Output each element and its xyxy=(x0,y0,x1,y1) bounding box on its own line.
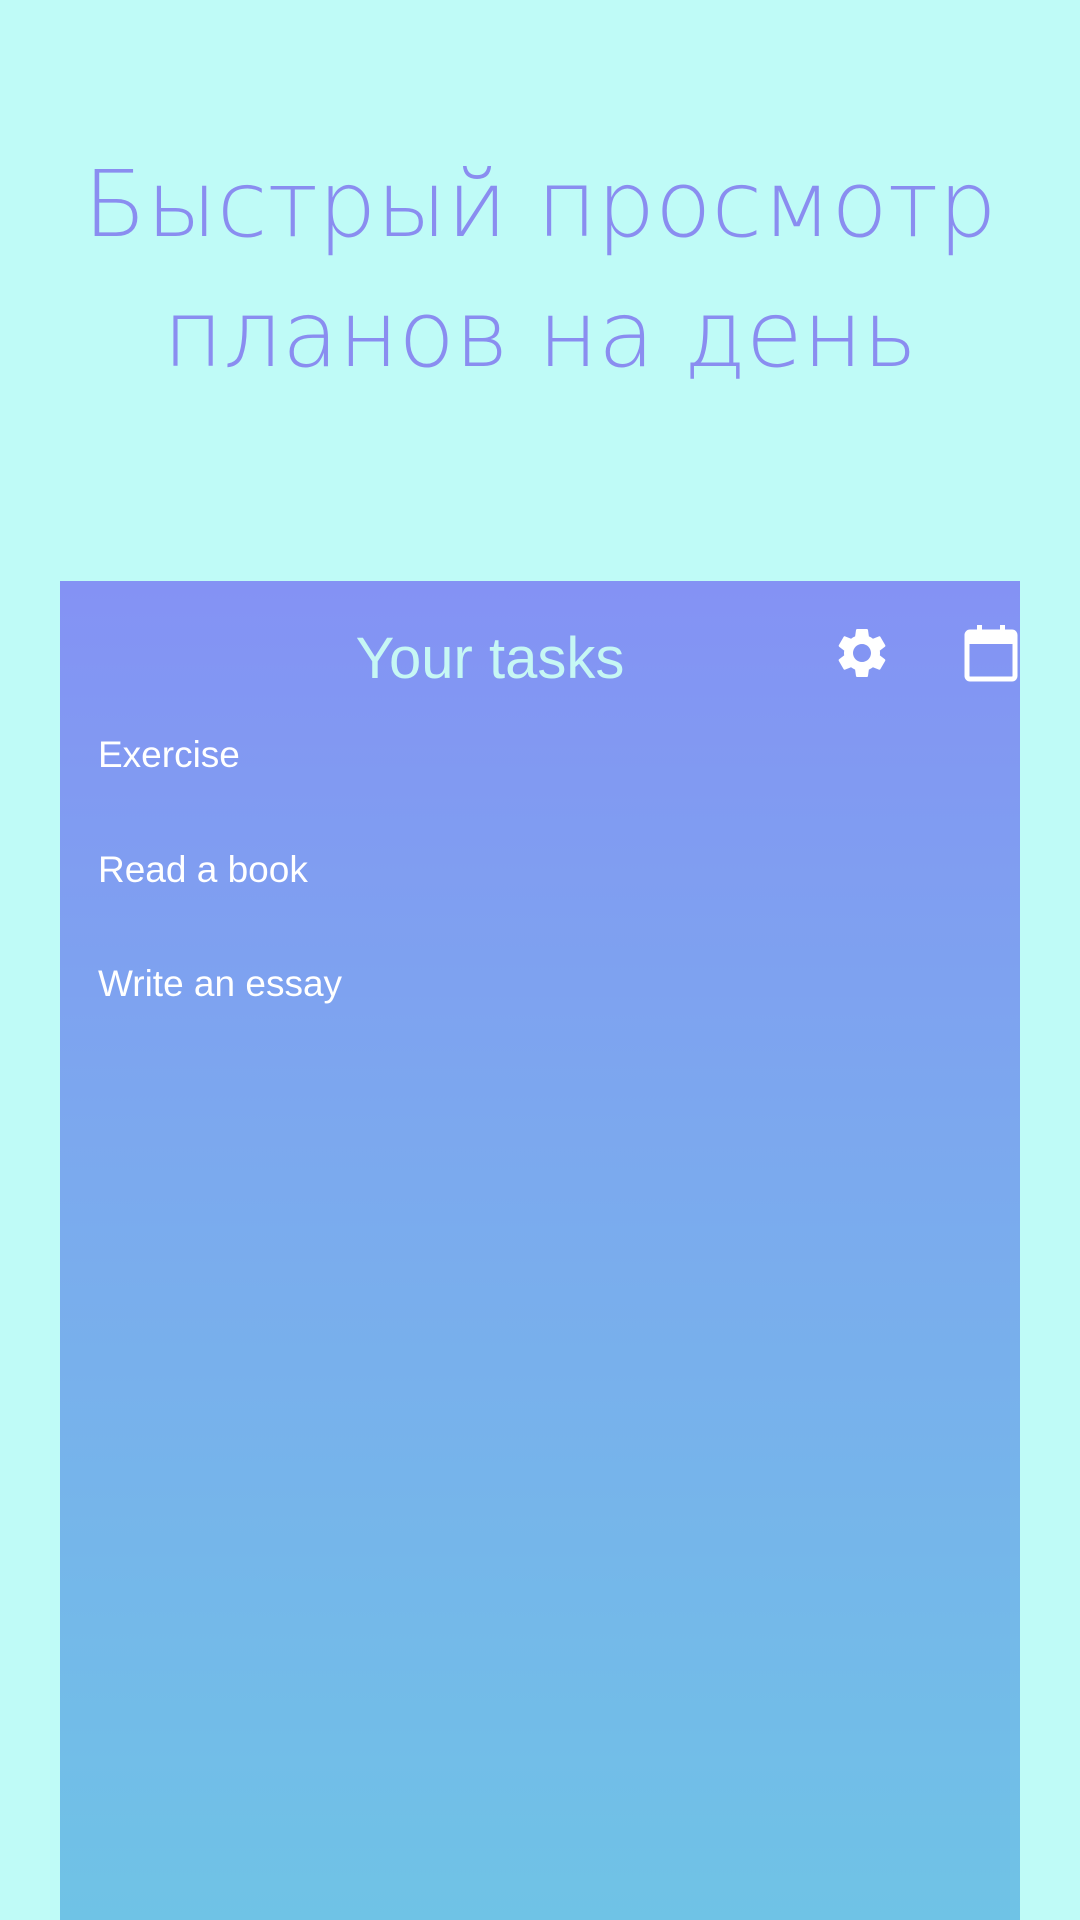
task-item[interactable]: Exercise xyxy=(98,731,240,779)
tasks-card: Your tasks Exercise Read a book Write an… xyxy=(60,581,1020,1920)
calendar-icon xyxy=(964,625,1018,682)
promo-headline-line-1: Быстрый просмотр xyxy=(83,151,997,258)
promo-headline: Быстрый просмотр планов на день xyxy=(0,140,1080,400)
calendar-button[interactable] xyxy=(959,621,1020,685)
gear-icon xyxy=(838,629,886,677)
task-item[interactable]: Read a book xyxy=(98,846,308,894)
task-item[interactable]: Write an essay xyxy=(98,960,342,1008)
promo-headline-line-2: планов на день xyxy=(163,281,917,388)
settings-button[interactable] xyxy=(830,621,894,685)
card-title: Your tasks xyxy=(355,626,625,691)
